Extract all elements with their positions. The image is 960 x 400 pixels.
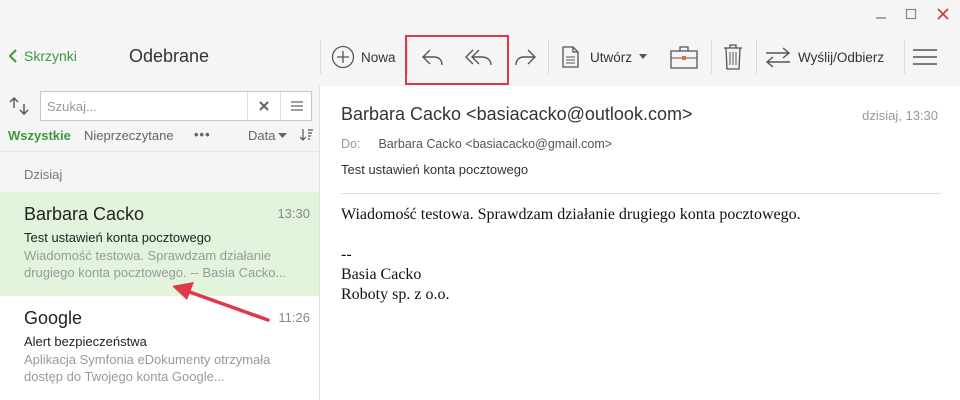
body-line: Wiadomość testowa. Sprawdzam działanie d… [341, 206, 801, 223]
body-spacer [341, 225, 801, 245]
briefcase-button[interactable] [669, 28, 699, 86]
hamburger-icon [913, 49, 937, 65]
message-subject-line: Test ustawień konta pocztowego [341, 162, 529, 177]
toolbar-separator [756, 40, 757, 74]
toolbar-separator [548, 40, 549, 74]
back-to-mailboxes-link[interactable]: Skrzynki [8, 48, 77, 64]
sort-label: Data [248, 128, 276, 143]
message-time: 11:26 [278, 310, 310, 325]
message-sender: Barbara Cacko [24, 204, 145, 224]
delete-button[interactable] [722, 28, 744, 86]
sync-button[interactable] [8, 94, 30, 123]
new-label: Nowa [361, 49, 396, 65]
title-bar [0, 0, 960, 28]
message-recipients: Do: Barbara Cacko <basiacacko@gmail.com> [341, 137, 612, 151]
message-date: dzisiaj, 13:30 [862, 108, 938, 123]
message-to: Barbara Cacko <basiacacko@gmail.com> [378, 137, 613, 151]
create-label: Utwórz [590, 49, 633, 65]
forward-button[interactable] [512, 28, 538, 86]
reading-pane: Barbara Cacko <basiacacko@outlook.com> d… [320, 86, 960, 400]
chevron-left-icon [8, 49, 17, 63]
more-filters-button[interactable]: ••• [194, 127, 211, 142]
clear-search-button[interactable] [247, 92, 279, 120]
send-receive-label: Wyślij/Odbierz [798, 49, 885, 65]
main-menu-button[interactable] [912, 28, 938, 86]
plus-circle-icon [331, 45, 355, 69]
folder-header: Skrzynki Odebrane [0, 28, 320, 86]
message-from: Barbara Cacko <basiacacko@outlook.com> [341, 104, 693, 124]
annotation-arrow [172, 282, 270, 322]
filter-unread-tab[interactable]: Nieprzeczytane [84, 128, 174, 143]
caret-down-icon [639, 54, 648, 59]
signature-separator: -- [341, 246, 352, 263]
group-header-today: Dzisiaj [0, 152, 320, 192]
message-body: Wiadomość testowa. Sprawdzam działanie d… [341, 205, 801, 305]
search-input[interactable] [47, 92, 247, 120]
sort-dropdown[interactable]: Data [248, 128, 288, 143]
search-box [40, 91, 312, 121]
document-icon [562, 46, 579, 68]
to-label: Do: [341, 137, 361, 151]
sort-direction-button[interactable] [299, 128, 314, 145]
filter-row: Wszystkie Nieprzeczytane ••• Data [8, 127, 314, 146]
header-separator [341, 193, 941, 194]
annotation-highlight-box [405, 35, 509, 85]
signature-name: Basia Cacko [341, 266, 422, 283]
message-time: 13:30 [277, 206, 310, 221]
search-options-button[interactable] [280, 92, 312, 120]
swap-arrows-icon [765, 47, 791, 68]
maximize-button[interactable] [900, 3, 922, 25]
sync-icon [9, 97, 29, 115]
message-subject: Alert bezpieczeństwa [24, 334, 147, 349]
briefcase-icon [670, 46, 698, 69]
forward-icon [515, 49, 536, 66]
toolbar-separator [320, 40, 321, 74]
back-label: Skrzynki [24, 48, 77, 64]
folder-title: Odebrane [129, 46, 210, 66]
send-receive-button[interactable]: Wyślij/Odbierz [764, 28, 884, 86]
minimize-icon [876, 17, 886, 19]
trash-icon [724, 44, 742, 70]
toolbar-separator [904, 40, 905, 74]
minimize-button[interactable] [870, 3, 892, 25]
signature-company: Roboty sp. z o.o. [341, 286, 450, 303]
maximize-icon [905, 8, 917, 20]
message-sender: Google [24, 308, 83, 328]
menu-lines-icon [290, 101, 303, 111]
search-filter-area: Wszystkie Nieprzeczytane ••• Data [0, 86, 320, 152]
clear-icon [258, 101, 269, 111]
create-dropdown-button[interactable]: Utwórz [560, 28, 648, 86]
close-window-button[interactable] [932, 3, 954, 25]
filter-all-tab[interactable]: Wszystkie [8, 128, 71, 143]
caret-down-icon [278, 133, 288, 138]
sort-descending-icon [299, 129, 313, 141]
toolbar-separator [711, 40, 712, 74]
close-icon [937, 8, 949, 20]
new-message-button[interactable]: Nowa [331, 28, 396, 86]
message-preview: Aplikacja Symfonia eDokumenty otrzymała … [24, 352, 271, 384]
message-subject: Test ustawień konta pocztowego [24, 230, 212, 245]
